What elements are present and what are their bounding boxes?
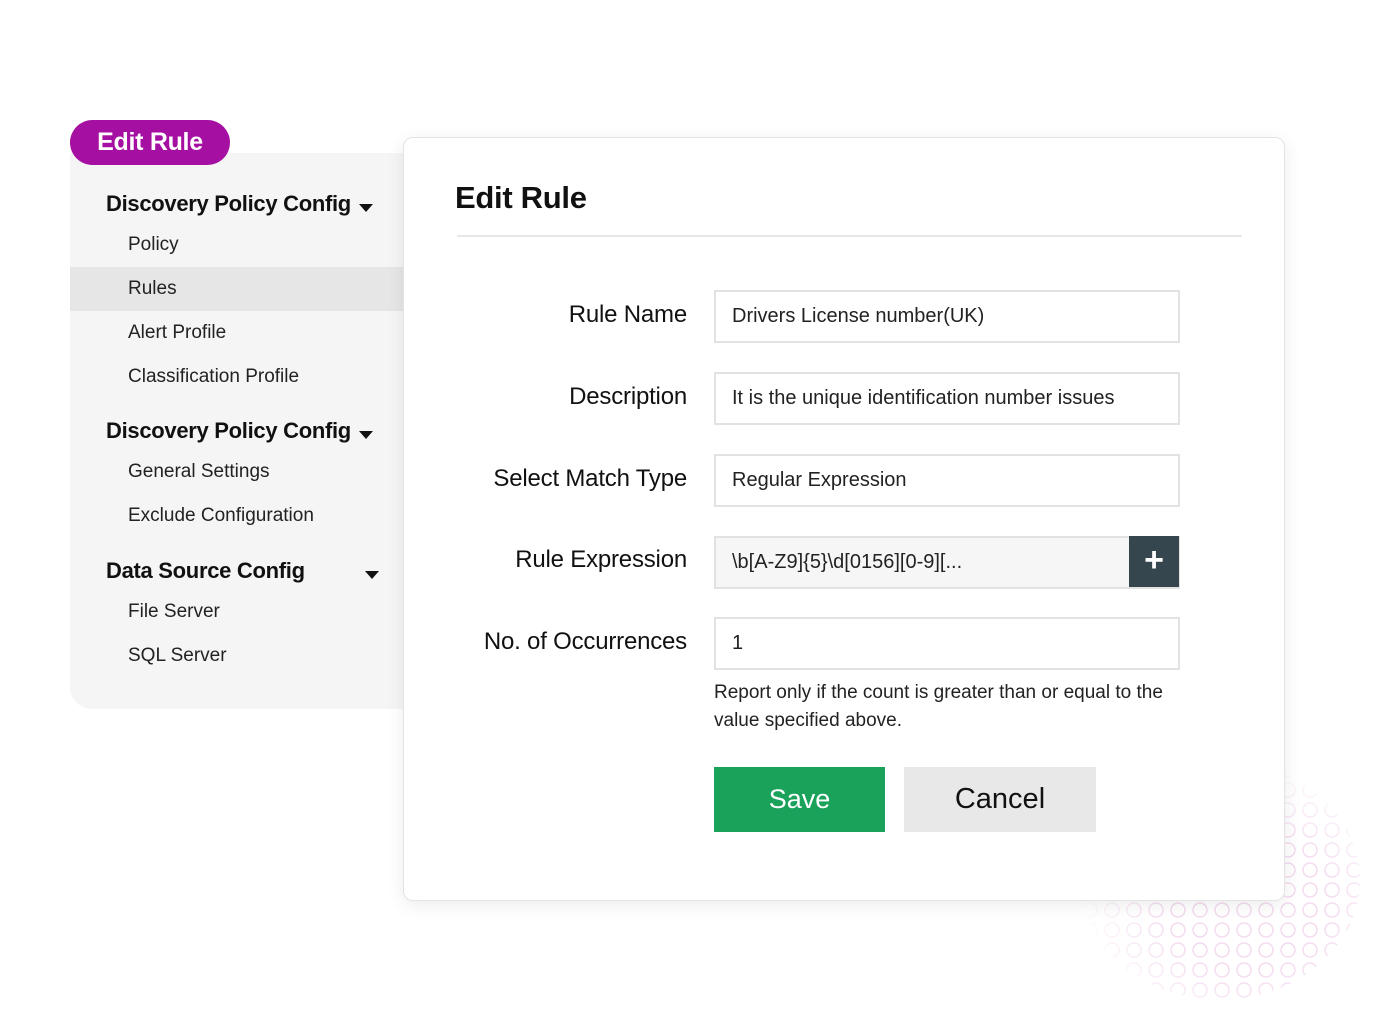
sidebar-heading-discovery-policy-config[interactable]: Discovery Policy Config [106, 191, 351, 217]
chevron-down-icon[interactable] [359, 431, 373, 439]
edit-rule-card: Edit Rule Rule Name Drivers License numb… [403, 137, 1285, 901]
match-type-label: Select Match Type [493, 465, 687, 492]
page-title: Edit Rule [455, 180, 587, 215]
sidebar-item-alert-profile[interactable]: Alert Profile [70, 311, 403, 355]
rule-expression-label: Rule Expression [515, 546, 687, 573]
sidebar-item-policy[interactable]: Policy [70, 223, 403, 267]
hint-line-2: value specified above. [714, 710, 903, 731]
sidebar-item-rules[interactable]: Rules [70, 267, 403, 311]
sidebar-item-file-server[interactable]: File Server [70, 590, 403, 634]
rule-name-label: Rule Name [568, 301, 687, 328]
sidebar-heading-discovery-policy-config-2[interactable]: Discovery Policy Config [106, 418, 351, 444]
sidebar-item-classification-profile[interactable]: Classification Profile [70, 355, 403, 399]
hint-line-1: Report only if the count is greater than… [714, 682, 1163, 703]
sidebar-item-sql-server[interactable]: SQL Server [70, 634, 403, 678]
edit-rule-badge: Edit Rule [70, 120, 230, 165]
sidebar-item-general-settings[interactable]: General Settings [70, 450, 403, 494]
sidebar: Discovery Policy Config Policy Rules Ale… [70, 153, 420, 709]
match-type-select[interactable]: Regular Expression [714, 454, 1180, 507]
save-button[interactable]: Save [714, 767, 885, 832]
rule-expression-input[interactable]: \b[A-Z9]{5}\d[0156][0-9][... [714, 536, 1180, 589]
chevron-down-icon[interactable] [365, 571, 379, 579]
occurrences-label: No. of Occurrences [483, 628, 687, 655]
title-divider [457, 235, 1242, 237]
description-label: Description [569, 383, 687, 410]
description-input[interactable]: It is the unique identification number i… [714, 372, 1180, 425]
sidebar-item-exclude-configuration[interactable]: Exclude Configuration [70, 494, 403, 538]
occurrences-input[interactable]: 1 [714, 617, 1180, 670]
chevron-down-icon[interactable] [359, 204, 373, 212]
occurrences-hint: Report only if the count is greater than… [714, 679, 1214, 735]
sidebar-heading-data-source-config[interactable]: Data Source Config [106, 558, 305, 584]
rule-name-input[interactable]: Drivers License number(UK) [714, 290, 1180, 343]
cancel-button[interactable]: Cancel [904, 767, 1096, 832]
add-expression-button[interactable]: + [1129, 536, 1179, 587]
plus-icon: + [1144, 541, 1164, 579]
